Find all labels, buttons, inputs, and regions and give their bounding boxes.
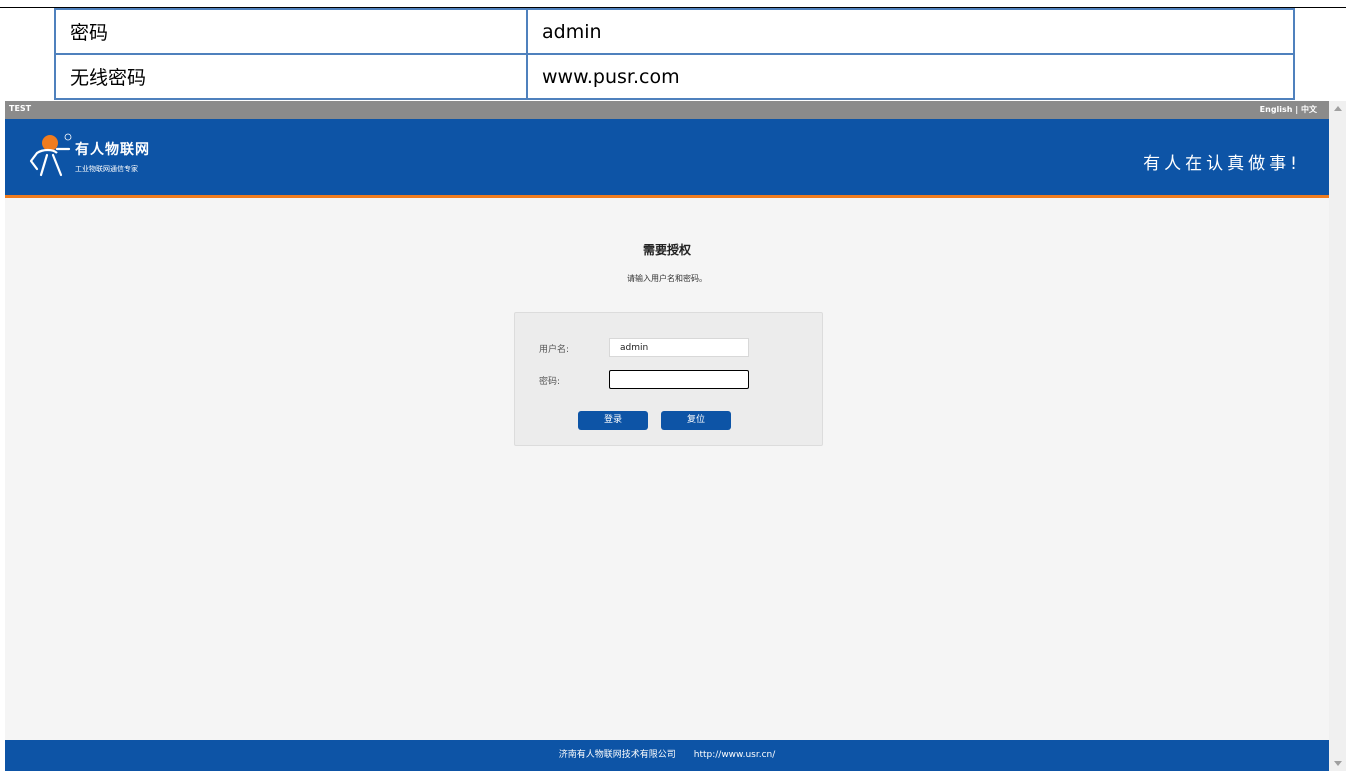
footer-url-link[interactable]: http://www.usr.cn/ [694, 750, 776, 760]
username-input[interactable] [609, 338, 749, 357]
lang-english-link[interactable]: English [1260, 105, 1293, 114]
table-cell-key: 无线密码 [54, 53, 528, 100]
lang-chinese-link[interactable]: 中文 [1301, 105, 1317, 114]
table-cell-value: admin [526, 8, 1295, 55]
usr-person-logo-icon [29, 133, 72, 177]
browser-viewport: TEST English | 中文 有人物联网 工业物联网通信专家 有人在认真做… [5, 101, 1329, 771]
header-slogan: 有人在认真做事! [1143, 154, 1301, 174]
login-button[interactable]: 登录 [578, 411, 648, 430]
table-cell-value: www.pusr.com [526, 53, 1295, 100]
arrow-down-icon[interactable] [1334, 761, 1342, 766]
brand-name: 有人物联网 [75, 142, 150, 158]
reset-button[interactable]: 复位 [661, 411, 731, 430]
table-row: 密码 admin [54, 8, 1295, 55]
credentials-table: 密码 admin 无线密码 www.pusr.com [54, 8, 1295, 100]
top-bar: TEST English | 中文 [5, 101, 1329, 119]
table-cell-key: 密码 [54, 8, 528, 55]
site-header: 有人物联网 工业物联网通信专家 有人在认真做事! [5, 119, 1329, 195]
login-form: 用户名: 密码: 登录 复位 [514, 312, 823, 446]
header-accent-line [5, 195, 1329, 198]
page-title: 需要授权 [642, 243, 691, 257]
arrow-up-icon[interactable] [1334, 106, 1342, 111]
password-input[interactable] [609, 370, 749, 389]
username-label: 用户名: [539, 345, 570, 355]
language-switcher: English | 中文 [1260, 104, 1317, 115]
password-label: 密码: [539, 377, 561, 387]
brand: 有人物联网 工业物联网通信专家 [75, 139, 150, 174]
footer-company: 济南有人物联网技术有限公司 [558, 750, 676, 760]
lang-separator: | [1295, 105, 1299, 114]
brand-tagline: 工业物联网通信专家 [75, 165, 138, 173]
top-bar-label: TEST [9, 104, 32, 113]
table-row: 无线密码 www.pusr.com [54, 53, 1295, 100]
page-subtitle: 请输入用户名和密码。 [627, 274, 707, 283]
site-footer: 济南有人物联网技术有限公司 http://www.usr.cn/ [5, 740, 1329, 771]
vertical-scrollbar[interactable] [1329, 101, 1346, 771]
